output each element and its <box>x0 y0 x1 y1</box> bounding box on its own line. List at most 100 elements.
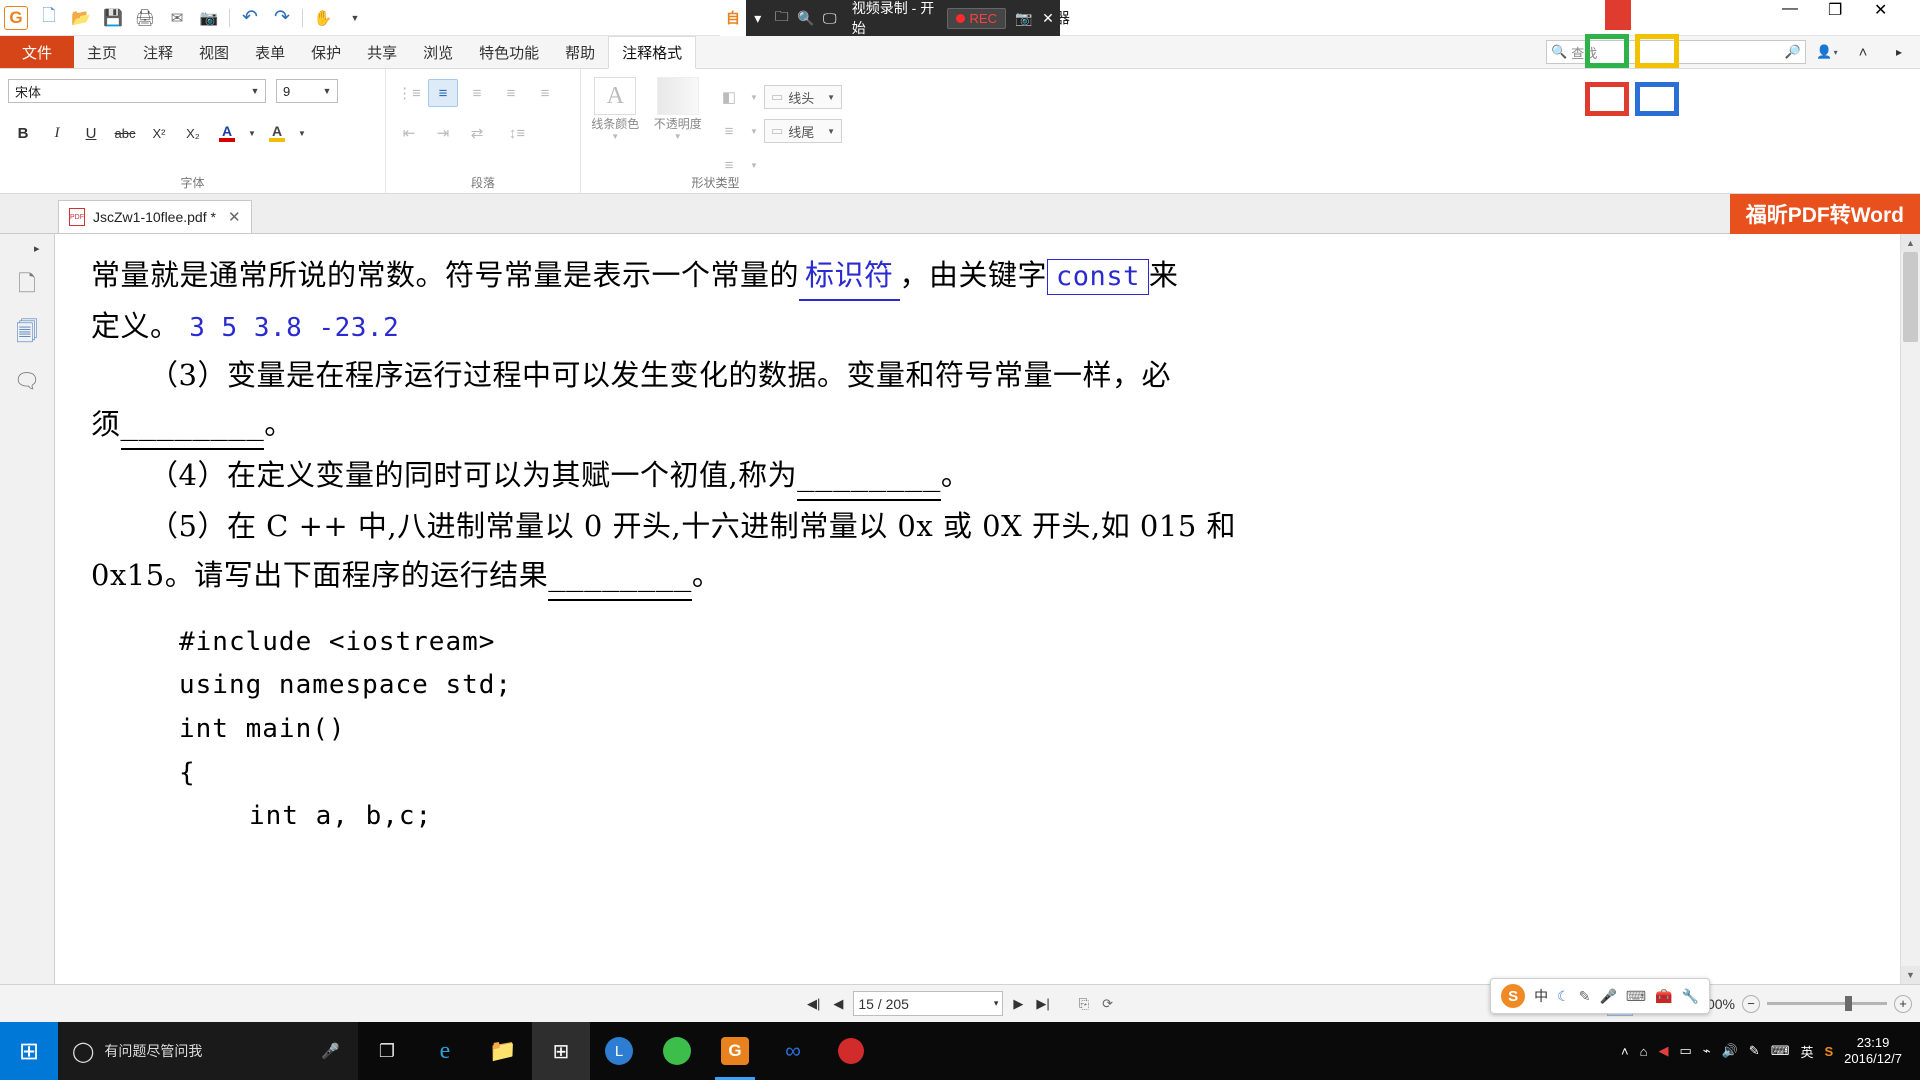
start-button[interactable]: ⊞ <box>0 1022 58 1080</box>
open-button[interactable]: 📂 <box>66 4 96 32</box>
ime-punctuation-icon[interactable]: ✎ <box>1579 988 1591 1005</box>
zoom-slider[interactable] <box>1767 996 1887 1011</box>
font-color-dropdown[interactable]: ▼ <box>246 119 258 147</box>
bookmarks-icon[interactable]: 🗐 <box>10 317 44 351</box>
line-color-caret[interactable]: ▼ <box>611 132 619 141</box>
ime-moon-icon[interactable]: ☾ <box>1557 988 1570 1005</box>
taskbar-thunder[interactable]: L <box>590 1022 648 1080</box>
recorder-monitor-icon[interactable]: 🖵 <box>818 0 842 36</box>
opacity-control[interactable]: 不透明度 ▼ <box>652 77 705 141</box>
close-icon[interactable]: ✕ <box>228 208 241 226</box>
minimize-button[interactable]: — <box>1782 0 1828 36</box>
taskbar-file-explorer[interactable]: 📁 <box>474 1022 532 1080</box>
ime-microphone-icon[interactable]: 🎤 <box>1599 988 1616 1005</box>
comments-icon[interactable]: 🗨 <box>10 365 44 399</box>
tab-view[interactable]: 视图 <box>186 36 242 68</box>
fit-page-button[interactable]: ⎘ <box>1076 996 1092 1012</box>
previous-page-button[interactable]: ◀ <box>830 996 846 1012</box>
fill-color-caret[interactable]: ▼ <box>748 83 760 111</box>
ribbon-help-icon[interactable]: ▸ <box>1884 38 1914 66</box>
tab-comment[interactable]: 注释 <box>130 36 186 68</box>
recorder-dropdown-icon[interactable]: ▾ <box>746 0 770 36</box>
italic-button[interactable]: I <box>42 119 72 147</box>
close-button[interactable]: ✕ <box>1874 0 1920 36</box>
screenshot-button[interactable]: 📷 <box>194 4 224 32</box>
bullets-button[interactable]: ⋮≡ <box>394 79 424 107</box>
tab-browse[interactable]: 浏览 <box>410 36 466 68</box>
align-right-button[interactable]: ≡ <box>496 79 526 107</box>
highlight-dropdown[interactable]: ▼ <box>296 119 308 147</box>
scrollbar-thumb[interactable] <box>1903 252 1918 342</box>
line-color-control[interactable]: A 线条颜色 ▼ <box>589 77 642 141</box>
clock[interactable]: 23:19 2016/12/7 <box>1844 1035 1910 1068</box>
tab-file[interactable]: 文件 <box>0 36 75 68</box>
scroll-up-icon[interactable]: ▲ <box>1901 234 1920 252</box>
taskbar-edge[interactable]: e <box>416 1022 474 1080</box>
zoom-out-button[interactable]: − <box>1742 994 1760 1013</box>
tray-pen-icon[interactable]: ✎ <box>1749 1043 1760 1059</box>
collapse-ribbon-icon[interactable]: ˄ <box>1848 38 1878 66</box>
zoom-in-button[interactable]: + <box>1894 994 1912 1013</box>
taskbar-store[interactable]: ⊞ <box>532 1022 590 1080</box>
bold-button[interactable]: B <box>8 119 38 147</box>
document-tab[interactable]: PDF JscZw1-10flee.pdf * ✕ <box>58 200 252 233</box>
redo-button[interactable]: ↷ <box>267 4 297 32</box>
recorder-search-icon[interactable]: 🔍 <box>794 0 818 36</box>
user-account-icon[interactable]: 👤 ▾ <box>1812 38 1842 66</box>
ime-mode-button[interactable]: 中 <box>1534 986 1548 1006</box>
ime-toolbox-icon[interactable]: 🧰 <box>1655 988 1672 1005</box>
hand-tool-button[interactable]: ✋ <box>308 4 338 32</box>
vertical-scrollbar[interactable]: ▲ ▼ <box>1900 234 1920 984</box>
rotate-page-button[interactable]: ⟳ <box>1099 996 1116 1012</box>
strikethrough-button[interactable]: abc <box>110 119 140 147</box>
taskbar-foxit-reader[interactable]: G <box>706 1022 764 1080</box>
print-button[interactable]: 🖨 <box>130 4 160 32</box>
tray-speaker-icon[interactable]: 🔊 <box>1722 1043 1738 1059</box>
screenshot-tool-icon[interactable] <box>1605 0 1631 30</box>
maximize-button[interactable]: ❐ <box>1828 0 1874 36</box>
page-thumbnails-icon[interactable]: 🗋 <box>10 269 44 303</box>
recorder-camera-icon[interactable]: 📷 <box>1012 0 1036 36</box>
recorder-folder-icon[interactable]: 🗀 <box>770 0 794 36</box>
find-go-icon[interactable]: 🔎 <box>1785 44 1801 60</box>
sogou-logo-icon[interactable]: S <box>1501 984 1526 1008</box>
tray-sogou-icon[interactable]: S <box>1824 1044 1833 1059</box>
document-viewport[interactable]: 常量就是通常所说的常数。符号常量是表示一个常量的 标识符 ，由关键字 const 来 定… <box>55 234 1920 984</box>
taskbar-link-app[interactable]: ∞ <box>764 1022 822 1080</box>
new-button[interactable]: 🗋 <box>34 4 64 32</box>
save-button[interactable]: 💾 <box>98 4 128 32</box>
highlight-color-button[interactable]: A <box>262 119 292 147</box>
tray-expand-icon[interactable]: ˄ <box>1621 1044 1629 1059</box>
page-dropdown-icon[interactable]: ▾ <box>994 998 999 1009</box>
tray-home-icon[interactable]: ⌂ <box>1640 1044 1648 1059</box>
microphone-icon[interactable]: 🎤 <box>321 1042 340 1060</box>
task-view-button[interactable]: ❐ <box>358 1022 416 1080</box>
taskbar-recorder[interactable] <box>822 1022 880 1080</box>
undo-button[interactable]: ↶ <box>235 4 265 32</box>
page-number-input[interactable]: 15 / 205 ▾ <box>853 991 1004 1016</box>
tab-annotation-format[interactable]: 注释格式 <box>608 36 697 69</box>
tab-protect[interactable]: 保护 <box>298 36 354 68</box>
tray-wifi-icon[interactable]: ⌁ <box>1703 1043 1711 1059</box>
justify-button[interactable]: ≡ <box>530 79 560 107</box>
last-page-button[interactable]: ▶| <box>1033 996 1052 1012</box>
ime-menu-icon[interactable]: 🔧 <box>1682 988 1699 1005</box>
fill-color-icon[interactable]: ◧ <box>714 83 744 111</box>
opacity-caret[interactable]: ▼ <box>674 132 682 141</box>
font-name-combo[interactable]: 宋体 ▼ <box>8 79 266 103</box>
tray-keyboard-icon[interactable]: ⌨ <box>1771 1043 1790 1059</box>
customize-qat-button[interactable]: ▼ <box>340 4 370 32</box>
superscript-button[interactable]: X² <box>144 119 174 147</box>
tab-features[interactable]: 特色功能 <box>466 36 552 68</box>
sidebar-expand-icon[interactable]: ▸ <box>34 242 40 255</box>
pdf-page[interactable]: 常量就是通常所说的常数。符号常量是表示一个常量的 标识符 ，由关键字 const 来 定… <box>55 234 1900 984</box>
tab-home[interactable]: 主页 <box>74 36 130 68</box>
line-end-button[interactable]: ▭ 线尾 ▼ <box>764 119 842 143</box>
align-left-button[interactable]: ≡ <box>428 79 458 107</box>
tray-battery-icon[interactable]: ▭ <box>1679 1043 1691 1059</box>
tab-share[interactable]: 共享 <box>354 36 410 68</box>
zoom-slider-thumb[interactable] <box>1845 996 1852 1011</box>
tab-help[interactable]: 帮助 <box>552 36 608 68</box>
ime-keyboard-icon[interactable]: ⌨ <box>1626 988 1646 1005</box>
tray-volume-red-icon[interactable]: ◀ <box>1658 1043 1668 1059</box>
